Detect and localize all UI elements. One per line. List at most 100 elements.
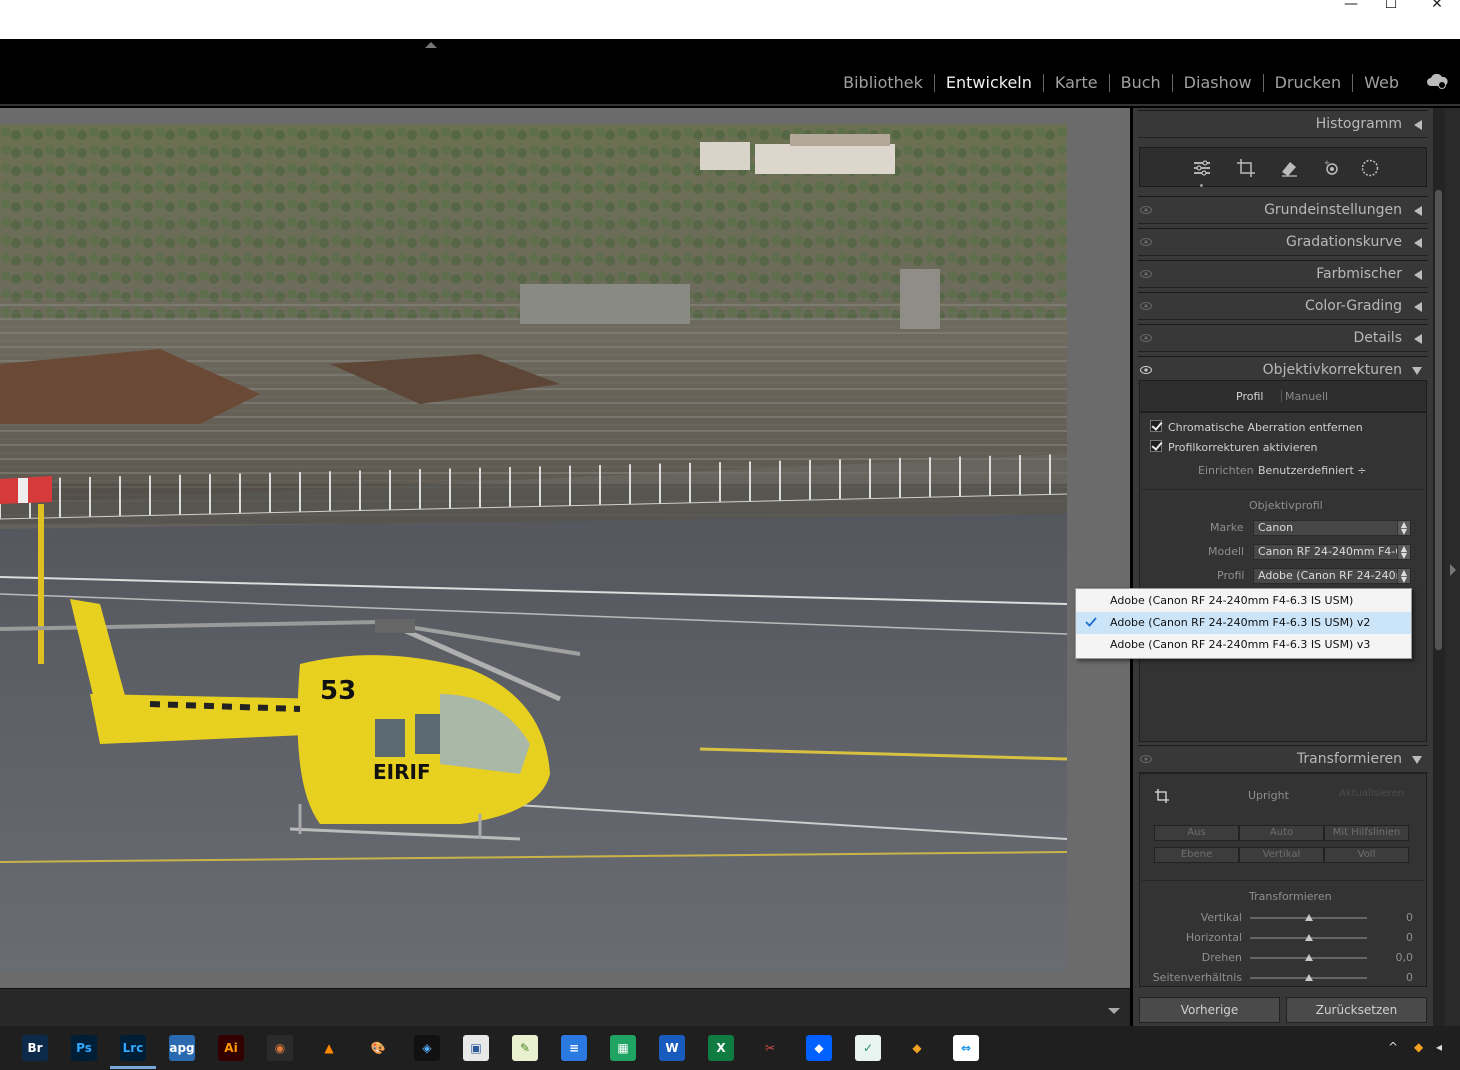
slider-thumb[interactable]	[1305, 954, 1313, 961]
slider-value[interactable]: 0	[1380, 971, 1413, 984]
illustrator-app[interactable]: Ai	[218, 1035, 244, 1061]
panel-header-color-grading[interactable]: Color-Grading	[1138, 292, 1428, 320]
photo-preview[interactable]: 53 EIRIF	[0, 124, 1067, 972]
module-bibliothek[interactable]: Bibliothek	[832, 74, 935, 92]
update-button[interactable]: Aktualisieren	[1339, 788, 1404, 799]
upright-row-2: Ebene Vertikal Voll	[1154, 847, 1409, 863]
upright-voll-button[interactable]: Voll	[1324, 847, 1409, 863]
photoshop-app[interactable]: Ps	[71, 1035, 97, 1061]
toolbar-menu-arrow-icon[interactable]	[1108, 1008, 1120, 1014]
edit-sliders-icon[interactable]	[1192, 158, 1212, 178]
upright-mit-hilfslinien-button[interactable]: Mit Hilfslinien	[1324, 825, 1409, 841]
setup-select[interactable]: Benutzerdefiniert ÷	[1258, 464, 1366, 477]
notes-app[interactable]: ✎	[512, 1035, 538, 1061]
collapse-arrow-icon	[1414, 206, 1422, 216]
spin-icon: ▲ ▼	[1397, 545, 1410, 559]
slider-label: Horizontal	[1185, 931, 1242, 944]
svg-text:EIRIF: EIRIF	[373, 760, 431, 784]
model-value: Canon RF 24-240mm F4-6...	[1258, 545, 1411, 558]
upright-label: Upright	[1248, 789, 1289, 802]
paint-app[interactable]: 🎨	[365, 1035, 391, 1061]
slider-thumb[interactable]	[1305, 974, 1313, 981]
slider-value[interactable]: 0	[1380, 931, 1413, 944]
eye-icon[interactable]	[1140, 334, 1152, 342]
docs-app[interactable]: ≡	[561, 1035, 587, 1061]
sketch-app[interactable]: ◆	[904, 1035, 930, 1061]
eye-icon[interactable]	[1140, 366, 1152, 374]
upright-auto-button[interactable]: Auto	[1239, 825, 1324, 841]
module-web[interactable]: Web	[1353, 74, 1410, 92]
module-entwickeln[interactable]: Entwickeln	[935, 74, 1044, 92]
upright-ebene-button[interactable]: Ebene	[1154, 847, 1239, 863]
module-list: Bibliothek Entwickeln Karte Buch Diashow Druc…	[832, 71, 1410, 95]
profile-dropdown-menu: Adobe (Canon RF 24-240mm F4-6.3 IS USM) A…	[1075, 588, 1412, 659]
red-eye-icon[interactable]: +	[1322, 158, 1342, 178]
healing-icon[interactable]	[1279, 158, 1299, 178]
network-tray-icon[interactable]: ◂	[1436, 1040, 1442, 1054]
sketch-tray-icon[interactable]: ◆	[1414, 1040, 1423, 1054]
panel-header-color-mixer[interactable]: Farbmischer	[1138, 260, 1428, 288]
eye-icon[interactable]	[1140, 302, 1152, 310]
close-button[interactable]: ✕	[1414, 0, 1460, 14]
module-diashow[interactable]: Diashow	[1173, 74, 1264, 92]
reset-button[interactable]: Zurücksetzen	[1286, 997, 1427, 1023]
collapse-top-panel-icon[interactable]	[425, 42, 437, 48]
snip-app[interactable]: ✂	[757, 1035, 783, 1061]
tab-manuell[interactable]: Manuell	[1285, 390, 1328, 403]
slider-thumb[interactable]	[1305, 934, 1313, 941]
maps-app[interactable]: ✓	[855, 1035, 881, 1061]
model-select[interactable]: Canon RF 24-240mm F4-6... ▲ ▼	[1253, 544, 1411, 560]
excel-app[interactable]: X	[708, 1035, 734, 1061]
spin-icon: ▲ ▼	[1397, 521, 1410, 535]
remove-ca-checkbox[interactable]	[1150, 420, 1162, 432]
vlc-app[interactable]: ▲	[316, 1035, 342, 1061]
dxo-app[interactable]: ◈	[414, 1035, 440, 1061]
module-buch[interactable]: Buch	[1110, 74, 1173, 92]
lightroom-classic-app[interactable]: Lrc	[120, 1035, 146, 1061]
sheets-app[interactable]: ▦	[610, 1035, 636, 1061]
teamviewer-app[interactable]: ⇔	[953, 1035, 979, 1061]
module-karte[interactable]: Karte	[1044, 74, 1110, 92]
tab-profil[interactable]: Profil	[1236, 390, 1263, 403]
profile-option[interactable]: Adobe (Canon RF 24-240mm F4-6.3 IS USM) …	[1076, 612, 1411, 634]
module-drucken[interactable]: Drucken	[1264, 74, 1354, 92]
apg-app[interactable]: apg	[169, 1035, 195, 1061]
panel-header-histogram[interactable]: Histogramm	[1138, 110, 1428, 138]
eye-icon[interactable]	[1140, 270, 1152, 278]
tray-chevron-icon[interactable]: ^	[1388, 1040, 1398, 1054]
profile-option[interactable]: Adobe (Canon RF 24-240mm F4-6.3 IS USM) …	[1076, 634, 1411, 656]
panel-title: Color-Grading	[1305, 298, 1402, 314]
eye-icon[interactable]	[1140, 755, 1152, 763]
cloud-sync-icon[interactable]	[1426, 73, 1448, 89]
slider-value[interactable]: 0,0	[1380, 951, 1414, 964]
crop-icon[interactable]	[1236, 158, 1256, 178]
profile-option[interactable]: Adobe (Canon RF 24-240mm F4-6.3 IS USM)	[1076, 590, 1411, 612]
slider-thumb[interactable]	[1305, 914, 1313, 921]
collapse-right-panel-icon[interactable]	[1450, 564, 1456, 576]
lens-profile-heading: Objektivprofil	[1249, 499, 1323, 512]
resolve-app[interactable]: ◉	[267, 1035, 293, 1061]
enable-profile-checkbox[interactable]	[1150, 440, 1162, 452]
panel-header-tone-curve[interactable]: Gradationskurve	[1138, 228, 1428, 256]
eye-icon[interactable]	[1140, 206, 1152, 214]
slider-value[interactable]: 0	[1380, 911, 1413, 924]
slider-label: Seitenverhältnis	[1152, 971, 1242, 984]
bridge-app[interactable]: Br	[22, 1035, 48, 1061]
word-app[interactable]: W	[659, 1035, 685, 1061]
eye-icon[interactable]	[1140, 238, 1152, 246]
upright-vertikal-button[interactable]: Vertikal	[1239, 847, 1324, 863]
panel-header-details[interactable]: Details	[1138, 324, 1428, 352]
guided-upright-icon[interactable]	[1154, 788, 1170, 804]
panel-header-basic[interactable]: Grundeinstellungen	[1138, 196, 1428, 224]
tab-separator	[1281, 390, 1282, 402]
profile-select[interactable]: Adobe (Canon RF 24-240m... ▲ ▼	[1253, 568, 1411, 584]
dropbox-app[interactable]: ◆	[806, 1035, 832, 1061]
maximize-button[interactable]: ☐	[1368, 0, 1414, 14]
make-select[interactable]: Canon ▲ ▼	[1253, 520, 1411, 536]
panel-header-transform[interactable]: Transformieren	[1138, 745, 1428, 773]
previous-button[interactable]: Vorherige	[1139, 997, 1280, 1023]
panel-scrollbar-thumb[interactable]	[1435, 190, 1442, 650]
masking-icon[interactable]	[1360, 158, 1380, 178]
upright-aus-button[interactable]: Aus	[1154, 825, 1239, 841]
viewer-app[interactable]: ▣	[463, 1035, 489, 1061]
